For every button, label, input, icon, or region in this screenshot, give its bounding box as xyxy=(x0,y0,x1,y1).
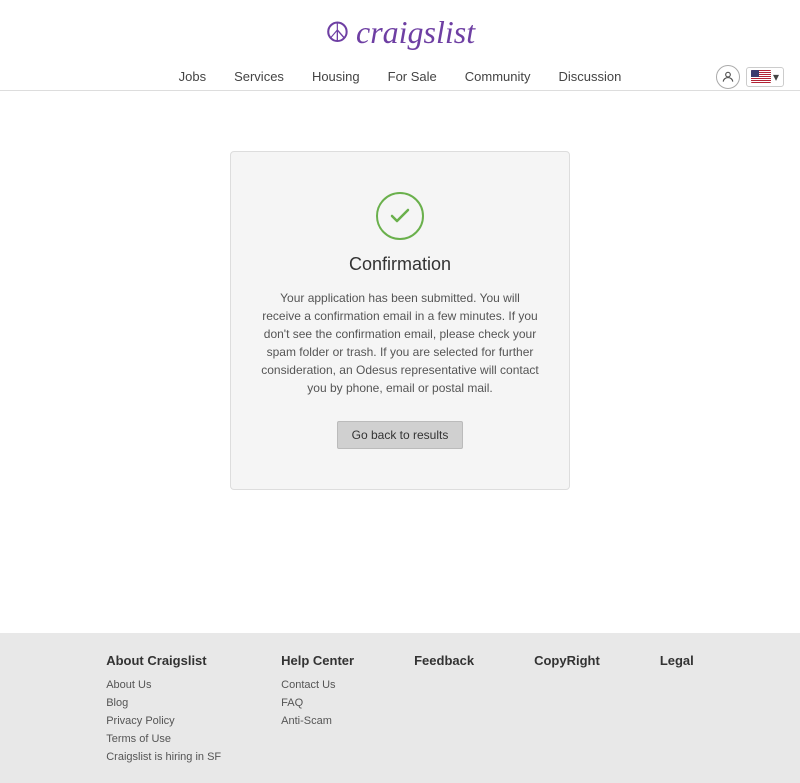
footer-antiscam[interactable]: Anti-Scam xyxy=(281,715,332,727)
footer-help-heading: Help Center xyxy=(281,653,354,668)
nav-for-sale[interactable]: For Sale xyxy=(388,69,437,84)
nav-right-controls: ▾ xyxy=(716,65,784,89)
logo-text: craigslist xyxy=(356,14,475,51)
nav-housing[interactable]: Housing xyxy=(312,69,360,84)
footer-help-links: Contact Us FAQ Anti-Scam xyxy=(281,676,354,727)
list-item: Craigslist is hiring in SF xyxy=(106,748,221,763)
confirmation-title: Confirmation xyxy=(349,254,451,275)
list-item: FAQ xyxy=(281,694,354,709)
logo-area: ☮ craigslist xyxy=(325,14,475,51)
list-item: Contact Us xyxy=(281,676,354,691)
footer-col-about: About Craigslist About Us Blog Privacy P… xyxy=(106,653,221,763)
footer-col-legal: Legal xyxy=(660,653,694,763)
footer-about-heading: About Craigslist xyxy=(106,653,221,668)
nav-services[interactable]: Services xyxy=(234,69,284,84)
list-item: Anti-Scam xyxy=(281,712,354,727)
footer-copyright-heading: CopyRight xyxy=(534,653,600,668)
footer-hiring[interactable]: Craigslist is hiring in SF xyxy=(106,751,221,763)
footer-blog[interactable]: Blog xyxy=(106,697,128,709)
header: ☮ craigslist Jobs Services Housing For S… xyxy=(0,0,800,91)
account-icon[interactable] xyxy=(716,65,740,89)
list-item: Blog xyxy=(106,694,221,709)
footer-columns: About Craigslist About Us Blog Privacy P… xyxy=(40,653,760,763)
list-item: Terms of Use xyxy=(106,730,221,745)
footer-col-help: Help Center Contact Us FAQ Anti-Scam xyxy=(281,653,354,763)
success-check-icon xyxy=(376,192,424,240)
footer-feedback-heading: Feedback xyxy=(414,653,474,668)
main-content: Confirmation Your application has been s… xyxy=(0,91,800,591)
footer-col-feedback: Feedback xyxy=(414,653,474,763)
nav-community[interactable]: Community xyxy=(465,69,531,84)
peace-icon: ☮ xyxy=(325,16,350,49)
list-item: Privacy Policy xyxy=(106,712,221,727)
nav-discussion[interactable]: Discussion xyxy=(559,69,622,84)
language-selector[interactable]: ▾ xyxy=(746,67,784,87)
confirmation-card: Confirmation Your application has been s… xyxy=(230,151,570,490)
footer-about-links: About Us Blog Privacy Policy Terms of Us… xyxy=(106,676,221,763)
footer-contact[interactable]: Contact Us xyxy=(281,679,335,691)
list-item: About Us xyxy=(106,676,221,691)
nav-jobs[interactable]: Jobs xyxy=(179,69,206,84)
nav-links: Jobs Services Housing For Sale Community… xyxy=(179,69,622,84)
chevron-down-icon: ▾ xyxy=(773,70,779,84)
us-flag-icon xyxy=(751,70,771,83)
confirmation-body: Your application has been submitted. You… xyxy=(261,289,539,397)
footer: About Craigslist About Us Blog Privacy P… xyxy=(0,633,800,783)
footer-col-copyright: CopyRight xyxy=(534,653,600,763)
footer-privacy[interactable]: Privacy Policy xyxy=(106,715,174,727)
footer-about-us[interactable]: About Us xyxy=(106,679,151,691)
footer-terms[interactable]: Terms of Use xyxy=(106,733,171,745)
nav-bar: Jobs Services Housing For Sale Community… xyxy=(0,63,800,90)
footer-faq[interactable]: FAQ xyxy=(281,697,303,709)
footer-legal-heading: Legal xyxy=(660,653,694,668)
go-back-button[interactable]: Go back to results xyxy=(337,421,464,449)
